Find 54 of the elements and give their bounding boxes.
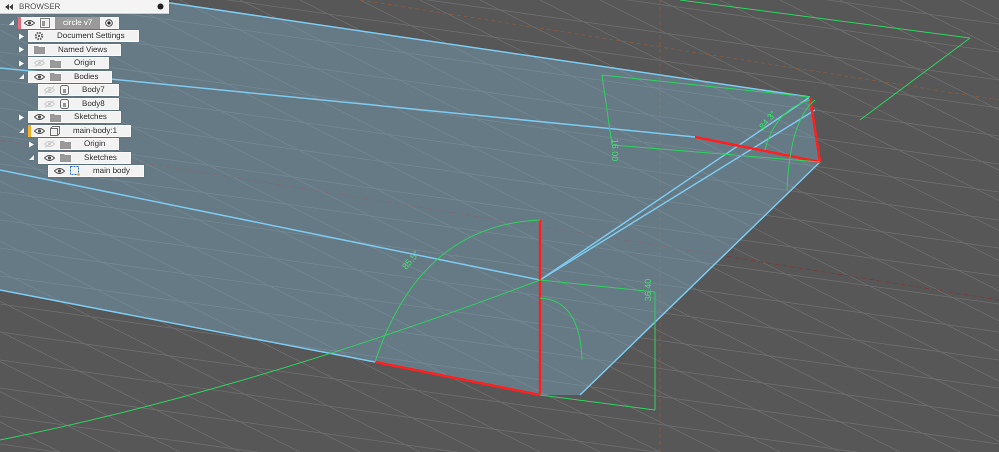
eye-icon[interactable] [54,167,65,176]
gear-icon [34,31,44,42]
collapse-icon[interactable] [28,154,35,162]
component-icon [50,126,60,136]
browser-item[interactable]: main body [48,165,144,178]
expand-icon[interactable] [18,114,25,121]
item-label: main-body:1 [72,126,118,135]
item-label: Body8 [81,100,106,108]
browser-item[interactable]: Body8 [38,98,119,110]
eye-icon[interactable] [44,154,55,162]
item-label: main body [92,167,131,176]
item-label: Body7 [81,86,106,94]
browser-item[interactable]: Sketches [38,152,131,164]
item-label: Sketches [83,154,118,162]
collapse-panel-icon[interactable] [5,4,13,10]
collapse-icon[interactable] [18,73,25,80]
eye-icon[interactable] [24,18,35,27]
item-label: Origin [83,140,106,148]
browser-item[interactable]: Origin [38,138,120,150]
browser-item[interactable]: Sketches [28,111,121,124]
radio-icon [105,18,114,27]
collapse-icon[interactable] [18,127,25,134]
browser-item[interactable]: Named Views [28,44,122,56]
browser-item[interactable]: main-body:1 [28,124,132,137]
document-icon [40,18,50,28]
expand-icon[interactable] [18,60,25,67]
expand-icon[interactable] [18,46,25,54]
browser-item[interactable]: Origin [28,57,110,70]
eye-icon[interactable] [34,113,45,122]
folder-icon [60,140,71,149]
expand-icon[interactable] [28,140,35,148]
folder-icon [34,45,45,54]
body-icon [60,98,69,109]
sketch-icon [70,166,80,176]
folder-icon [50,72,61,82]
item-label: Bodies [73,72,100,81]
item-label: Named Views [57,46,108,54]
folder-icon [60,153,71,162]
item-label: Sketches [73,113,108,122]
collapse-icon[interactable] [8,19,15,26]
browser-item[interactable]: Body7 [38,84,119,96]
eye-icon[interactable] [34,126,45,135]
expand-icon[interactable] [18,32,25,40]
pin-icon[interactable] [157,3,164,10]
eye-icon[interactable] [34,72,45,81]
browser-item[interactable]: Document Settings [28,30,139,42]
browser-title: BROWSER [19,2,60,10]
folder-icon [50,58,61,68]
item-label: Document Settings [56,32,126,40]
item-label: circle v7 [55,16,100,29]
body-icon [60,85,69,96]
browser-item[interactable]: Bodies [28,70,112,83]
folder-icon [50,112,61,122]
item-label: Origin [73,59,96,68]
